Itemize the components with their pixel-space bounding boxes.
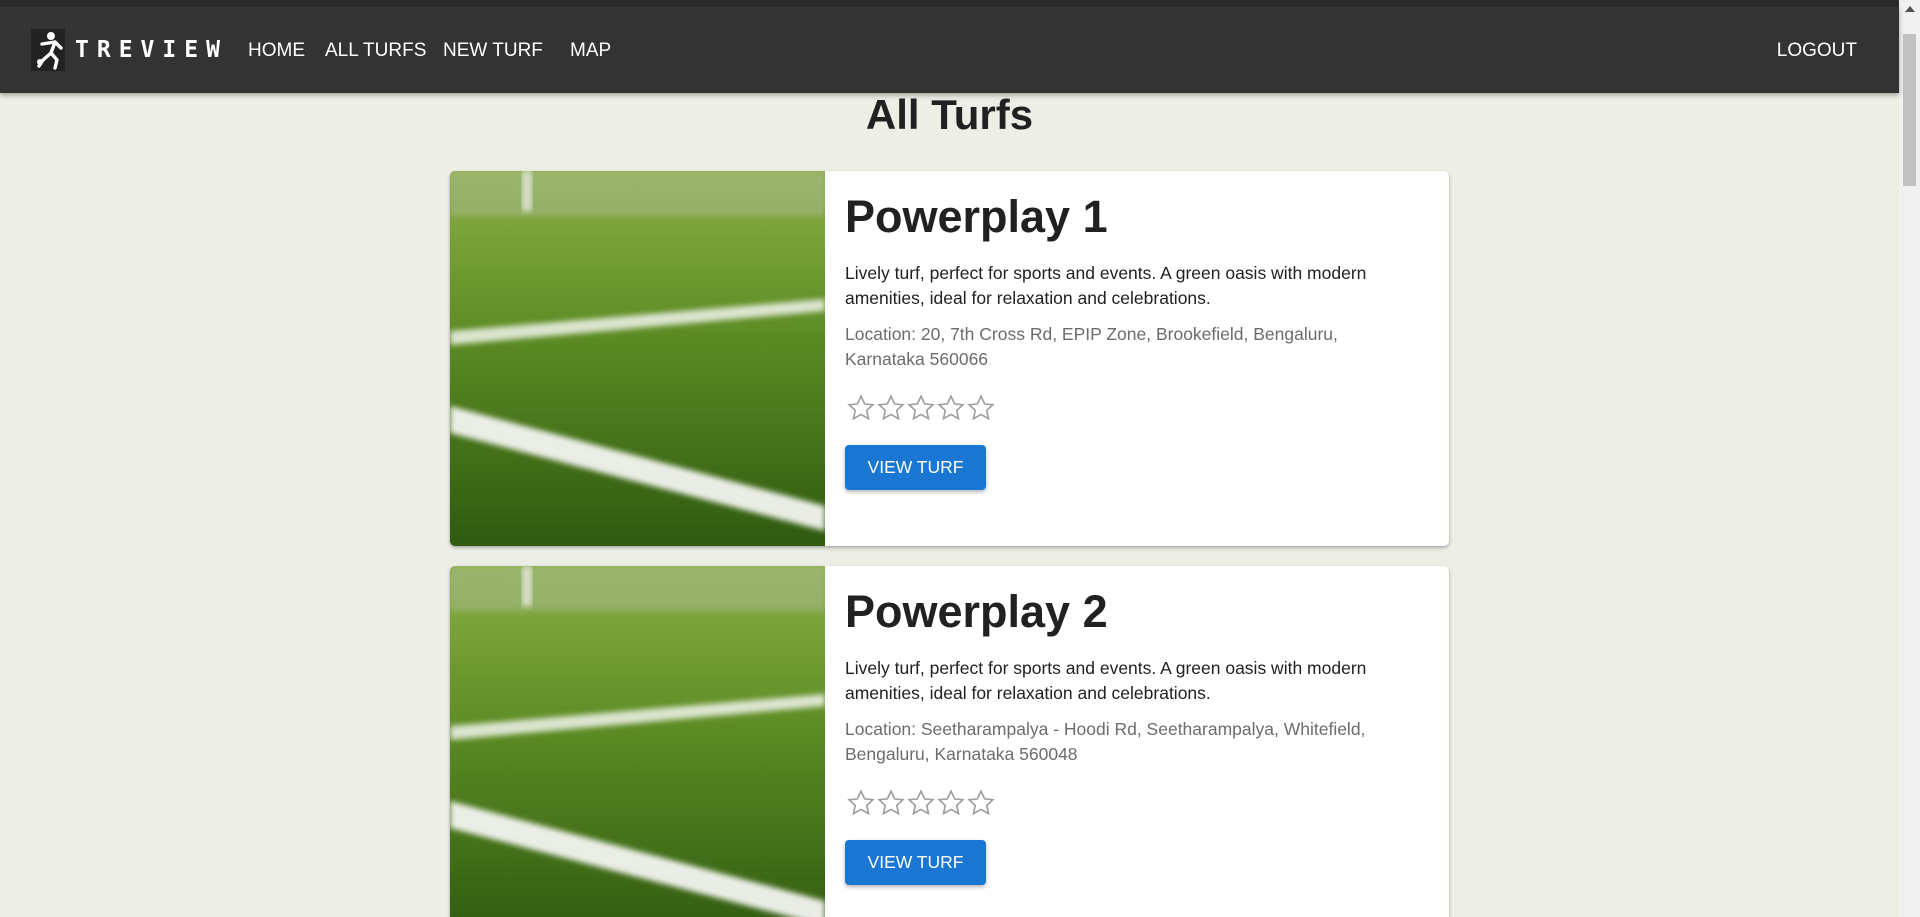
- star-outline-icon[interactable]: [876, 393, 906, 423]
- turf-location: Location: Seetharampalya - Hoodi Rd, See…: [845, 719, 1366, 764]
- turf-location: Location: 20, 7th Cross Rd, EPIP Zone, B…: [845, 324, 1338, 369]
- nav-map-link[interactable]: MAP: [570, 40, 611, 62]
- star-rating: [846, 788, 1429, 818]
- turf-name: Powerplay 1: [845, 191, 1108, 242]
- star-outline-icon[interactable]: [846, 788, 876, 818]
- star-outline-icon[interactable]: [906, 788, 936, 818]
- star-outline-icon[interactable]: [906, 393, 936, 423]
- brand-name: TREVIEW: [75, 37, 228, 63]
- scroll-up-arrow-icon[interactable]: [1899, 0, 1920, 18]
- navbar: TREVIEW HOME ALL TURFS NEW TURF MAP LOGO…: [0, 7, 1899, 93]
- turf-description: Lively turf, perfect for sports and even…: [845, 658, 1367, 703]
- star-outline-icon[interactable]: [966, 788, 996, 818]
- star-outline-icon[interactable]: [846, 393, 876, 423]
- scrollbar-thumb[interactable]: [1903, 34, 1916, 186]
- window-top-edge: [0, 0, 1899, 7]
- star-outline-icon[interactable]: [876, 788, 906, 818]
- turf-description: Lively turf, perfect for sports and even…: [845, 263, 1367, 308]
- nav-home-link[interactable]: HOME: [248, 40, 305, 62]
- star-outline-icon[interactable]: [936, 788, 966, 818]
- turf-name: Powerplay 2: [845, 586, 1108, 637]
- soccer-player-icon: [31, 29, 65, 71]
- turf-grass-photo-icon: [450, 171, 825, 546]
- turf-card: Powerplay 1 Lively turf, perfect for spo…: [450, 171, 1449, 546]
- star-outline-icon[interactable]: [966, 393, 996, 423]
- star-rating: [846, 393, 1429, 423]
- view-turf-button[interactable]: VIEW TURF: [845, 840, 986, 885]
- nav-new-turf-link[interactable]: NEW TURF: [443, 40, 543, 62]
- nav-all-turfs-link[interactable]: ALL TURFS: [325, 40, 426, 62]
- page-title: All Turfs: [865, 91, 1034, 138]
- logout-link[interactable]: LOGOUT: [1777, 40, 1857, 62]
- turf-card: Powerplay 2 Lively turf, perfect for spo…: [450, 566, 1449, 917]
- brand[interactable]: TREVIEW: [31, 29, 243, 71]
- star-outline-icon[interactable]: [936, 393, 966, 423]
- page-scrollbar[interactable]: [1899, 0, 1920, 917]
- turf-grass-photo-icon: [450, 566, 825, 917]
- view-turf-button[interactable]: VIEW TURF: [845, 445, 986, 490]
